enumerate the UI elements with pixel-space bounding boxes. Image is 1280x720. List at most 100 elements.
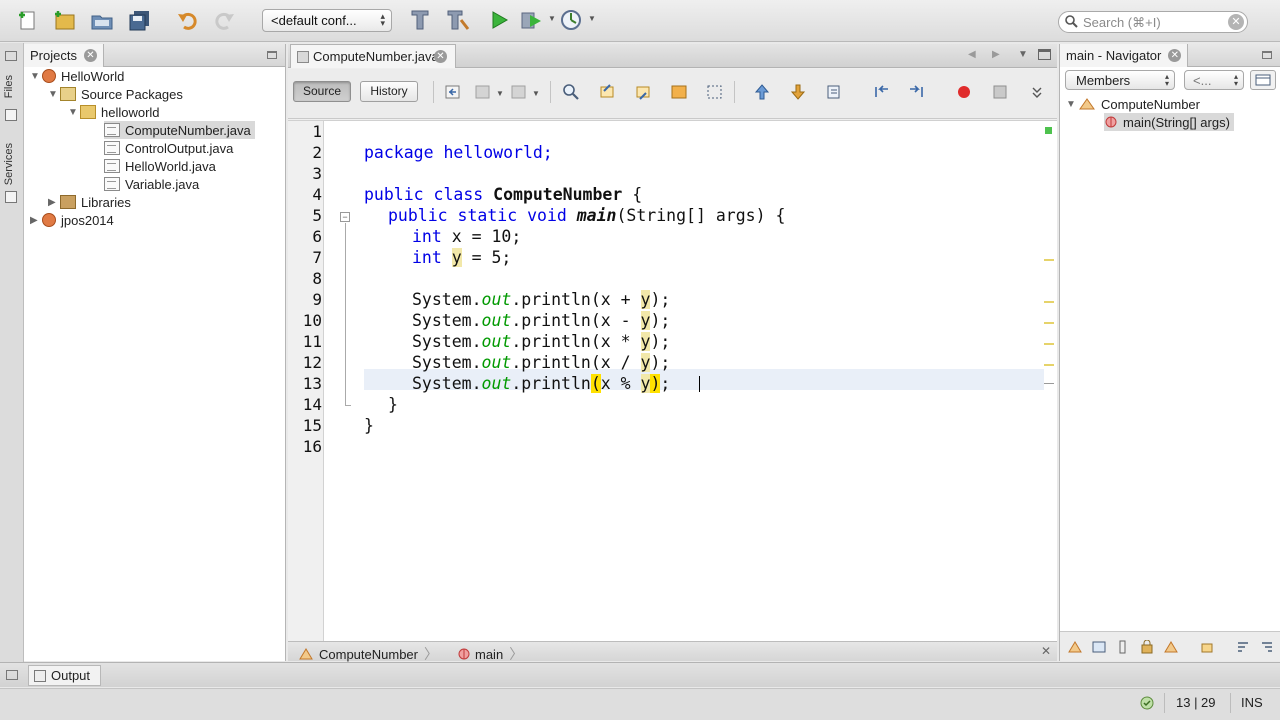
profile-dropdown-icon[interactable]: ▼ xyxy=(588,14,596,23)
tree-item-controloutput-java[interactable]: ControlOutput.java xyxy=(104,139,233,157)
toggle-rectangular-selection-icon[interactable] xyxy=(705,82,725,102)
shift-line-left-icon[interactable] xyxy=(871,82,891,102)
maximize-window-icon[interactable] xyxy=(1038,49,1051,60)
undo-icon[interactable] xyxy=(174,7,200,33)
redo-icon[interactable] xyxy=(212,7,238,33)
minimize-panel-icon[interactable] xyxy=(267,51,277,59)
tab-projects[interactable]: Projects ✕ xyxy=(24,44,104,67)
show-static-icon[interactable] xyxy=(1116,640,1130,654)
navigator-item-class[interactable]: ▼ ComputeNumber xyxy=(1066,95,1200,113)
side-tab-services[interactable]: Services xyxy=(3,143,15,185)
new-project-icon[interactable] xyxy=(51,7,77,33)
restore-panel-icon[interactable] xyxy=(6,670,18,680)
notifications-icon[interactable] xyxy=(1139,695,1155,711)
configuration-select[interactable]: <default conf... ▴ ▾ xyxy=(262,9,392,32)
occurrence-stripe-mark[interactable] xyxy=(1044,322,1054,324)
tree-item-helloworld-package[interactable]: ▼ helloworld xyxy=(68,103,160,121)
code-token: x = 10; xyxy=(441,227,522,246)
breadcrumb-separator-icon: 〉 xyxy=(424,646,438,662)
show-non-public-icon[interactable] xyxy=(1140,640,1154,654)
open-project-icon[interactable] xyxy=(89,7,115,33)
collapse-fold-icon[interactable]: − xyxy=(340,212,350,222)
expanded-triangle-icon[interactable]: ▼ xyxy=(48,89,60,100)
expanded-triangle-icon[interactable]: ▼ xyxy=(30,71,42,82)
last-edit-icon[interactable] xyxy=(443,82,463,102)
expanded-triangle-icon[interactable]: ▼ xyxy=(68,107,80,118)
toggle-bookmark-icon[interactable] xyxy=(824,82,844,102)
tree-item-variable-java[interactable]: Variable.java xyxy=(104,175,199,193)
back-icon[interactable] xyxy=(473,82,493,102)
forward-dropdown-icon[interactable]: ▼ xyxy=(532,89,540,98)
toggle-highlight-search-icon[interactable] xyxy=(669,82,689,102)
close-breadcrumb-icon[interactable]: ✕ xyxy=(1041,644,1051,658)
tab-navigator[interactable]: main - Navigator ✕ xyxy=(1060,44,1189,67)
source-button[interactable]: Source xyxy=(293,81,351,102)
show-javadoc-icon[interactable] xyxy=(1200,640,1214,654)
navigator-history-select[interactable]: <... ▴ ▾ xyxy=(1184,70,1244,90)
code-token: ( xyxy=(590,332,601,351)
start-macro-recording-icon[interactable] xyxy=(954,82,974,102)
collapsed-triangle-icon[interactable]: ▶ xyxy=(48,197,60,208)
close-icon[interactable]: ✕ xyxy=(83,49,97,62)
clean-build-icon[interactable] xyxy=(445,7,471,33)
tab-computenumber-java[interactable]: ComputeNumber.java ✕ xyxy=(290,44,456,68)
run-project-icon[interactable] xyxy=(486,7,512,33)
show-opened-documents-icon[interactable]: ▼ xyxy=(1018,49,1028,60)
members-filter-select[interactable]: Members ▴ ▾ xyxy=(1065,70,1175,90)
previous-bookmark-icon[interactable] xyxy=(752,82,772,102)
breadcrumb-item-method[interactable]: main 〉 xyxy=(458,644,523,664)
collapsed-triangle-icon[interactable]: ▶ xyxy=(30,215,42,226)
inspect-hierarchy-button[interactable] xyxy=(1250,70,1276,90)
scroll-tabs-left-icon[interactable]: ◀ xyxy=(968,49,976,60)
tab-output[interactable]: Output xyxy=(28,665,102,686)
tree-item-computenumber-java[interactable]: ComputeNumber.java xyxy=(104,121,255,139)
find-next-icon[interactable] xyxy=(633,82,653,102)
toolbar-divider xyxy=(734,81,735,103)
save-all-icon[interactable] xyxy=(127,7,153,33)
profile-project-icon[interactable] xyxy=(558,7,584,33)
debug-dropdown-icon[interactable]: ▼ xyxy=(548,14,556,23)
sort-by-source-icon[interactable] xyxy=(1068,640,1082,654)
tree-item-libraries[interactable]: ▶ Libraries xyxy=(48,193,131,211)
navigator-item-method[interactable]: main(String[] args) xyxy=(1104,113,1234,131)
sort-by-type-icon[interactable] xyxy=(1260,640,1274,654)
new-file-icon[interactable] xyxy=(14,7,40,33)
toolbar-divider xyxy=(433,81,434,103)
search-field[interactable]: Search (⌘+I) ✕ xyxy=(1058,11,1248,33)
back-dropdown-icon[interactable]: ▼ xyxy=(496,89,504,98)
toolbar-overflow-icon[interactable] xyxy=(1027,82,1047,102)
tree-item-jpos2014-project[interactable]: ▶ jpos2014 xyxy=(30,211,114,229)
code-token: ); xyxy=(650,311,671,330)
sort-by-name-icon[interactable] xyxy=(1236,640,1250,654)
minimize-panel-icon[interactable] xyxy=(1262,51,1272,59)
next-bookmark-icon[interactable] xyxy=(788,82,808,102)
expanded-triangle-icon[interactable]: ▼ xyxy=(1066,99,1078,110)
breadcrumb-item-class[interactable]: ComputeNumber 〉 xyxy=(298,644,438,664)
shift-line-right-icon[interactable] xyxy=(907,82,927,102)
clear-search-icon[interactable]: ✕ xyxy=(1228,14,1244,30)
show-fields-icon[interactable] xyxy=(1092,640,1106,654)
tree-item-helloworld-java[interactable]: HelloWorld.java xyxy=(104,157,216,175)
build-project-icon[interactable] xyxy=(407,7,433,33)
scroll-tabs-right-icon[interactable]: ▶ xyxy=(992,49,1000,60)
occurrence-stripe-mark[interactable] xyxy=(1044,364,1054,366)
side-tab-files[interactable]: Files xyxy=(3,75,15,98)
occurrence-stripe-mark[interactable] xyxy=(1044,343,1054,345)
history-button[interactable]: History xyxy=(360,81,418,102)
close-icon[interactable]: ✕ xyxy=(1168,49,1182,62)
close-icon[interactable]: ✕ xyxy=(434,50,447,63)
stop-macro-recording-icon[interactable] xyxy=(990,82,1010,102)
tree-item-source-packages[interactable]: ▼ Source Packages xyxy=(48,85,183,103)
occurrence-stripe-mark[interactable] xyxy=(1044,259,1054,261)
forward-icon[interactable] xyxy=(509,82,529,102)
occurrence-stripe-mark[interactable] xyxy=(1044,301,1054,303)
debug-project-icon[interactable] xyxy=(518,7,544,33)
field-token: out xyxy=(481,290,512,309)
find-previous-icon[interactable] xyxy=(597,82,617,102)
find-icon[interactable] xyxy=(561,82,581,102)
show-inherited-icon[interactable] xyxy=(1164,640,1178,654)
tree-item-label: ControlOutput.java xyxy=(125,140,234,156)
code-editor[interactable]: 1 2 3 4 5 6 7 8 9 10 11 12 13 14 15 16 −… xyxy=(288,120,1057,642)
tree-item-helloworld-project[interactable]: ▼ HelloWorld xyxy=(30,67,124,85)
minimized-panel-icon[interactable] xyxy=(5,51,17,61)
